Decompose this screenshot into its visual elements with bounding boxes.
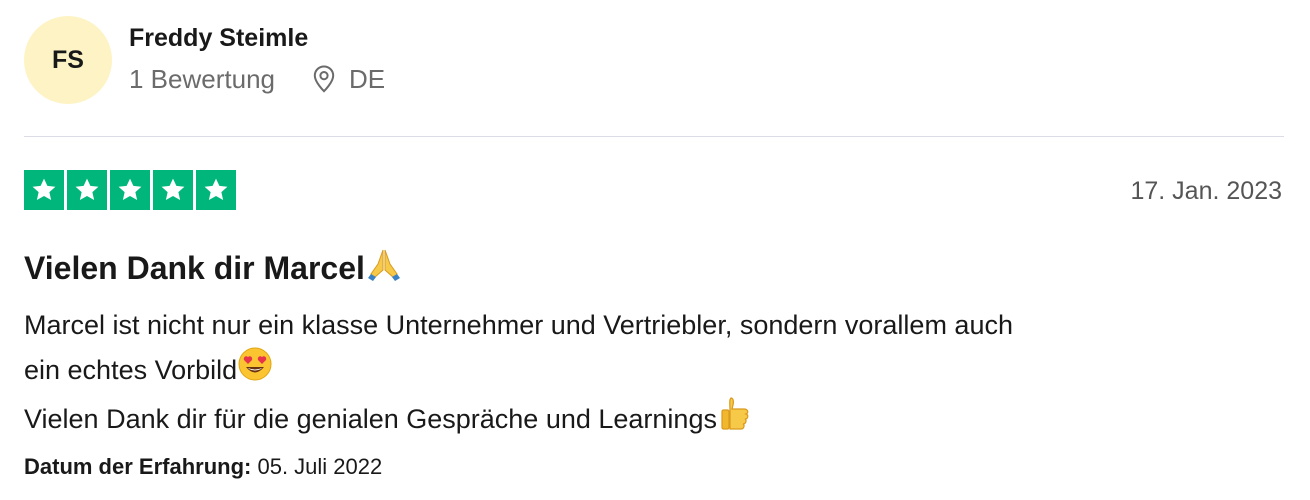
review-body-line: ein echtes Vorbild bbox=[24, 346, 1274, 394]
reviewer-country: DE bbox=[348, 64, 386, 94]
location-pin-icon bbox=[313, 65, 335, 93]
experience-date-label: Datum der Erfahrung: bbox=[24, 454, 252, 479]
review-title[interactable]: Vielen Dank dir Marcel bbox=[24, 244, 403, 291]
review-body: Marcel ist nicht nur ein klasse Unterneh… bbox=[24, 304, 1274, 444]
avatar[interactable]: FS bbox=[24, 16, 112, 104]
heart-eyes-emoji-icon bbox=[237, 346, 273, 394]
folded-hands-emoji-icon bbox=[365, 244, 403, 291]
reviewer-name[interactable]: Freddy Steimle bbox=[129, 22, 385, 54]
avatar-initials: FS bbox=[52, 45, 84, 74]
reviewer-info: Freddy Steimle 1 Bewertung DE bbox=[129, 16, 385, 94]
star-icon bbox=[153, 170, 193, 210]
divider bbox=[24, 136, 1284, 137]
reviewer-meta: 1 Bewertung DE bbox=[129, 64, 385, 94]
review-body-line: Vielen Dank dir für die genialen Gespräc… bbox=[24, 394, 1274, 444]
star-icon bbox=[24, 170, 64, 210]
experience-date-value: 05. Juli 2022 bbox=[257, 454, 383, 479]
star-icon bbox=[67, 170, 107, 210]
experience-date: Datum der Erfahrung: 05. Juli 2022 bbox=[24, 452, 382, 482]
star-icon bbox=[110, 170, 150, 210]
reviewer-header: FS Freddy Steimle 1 Bewertung DE bbox=[24, 16, 385, 106]
review-count: 1 Bewertung bbox=[129, 64, 275, 94]
review-date: 17. Jan. 2023 bbox=[1130, 177, 1282, 205]
review-body-line-1: Marcel ist nicht nur ein klasse Unterneh… bbox=[24, 310, 1013, 340]
review-body-line-2: ein echtes Vorbild bbox=[24, 355, 238, 385]
review-body-line: Marcel ist nicht nur ein klasse Unterneh… bbox=[24, 304, 1274, 346]
review-body-line-3: Vielen Dank dir für die genialen Gespräc… bbox=[24, 404, 717, 434]
review-title-text: Vielen Dank dir Marcel bbox=[24, 249, 365, 286]
star-rating bbox=[24, 170, 239, 210]
thumbs-up-emoji-icon bbox=[717, 394, 755, 444]
star-icon bbox=[196, 170, 236, 210]
